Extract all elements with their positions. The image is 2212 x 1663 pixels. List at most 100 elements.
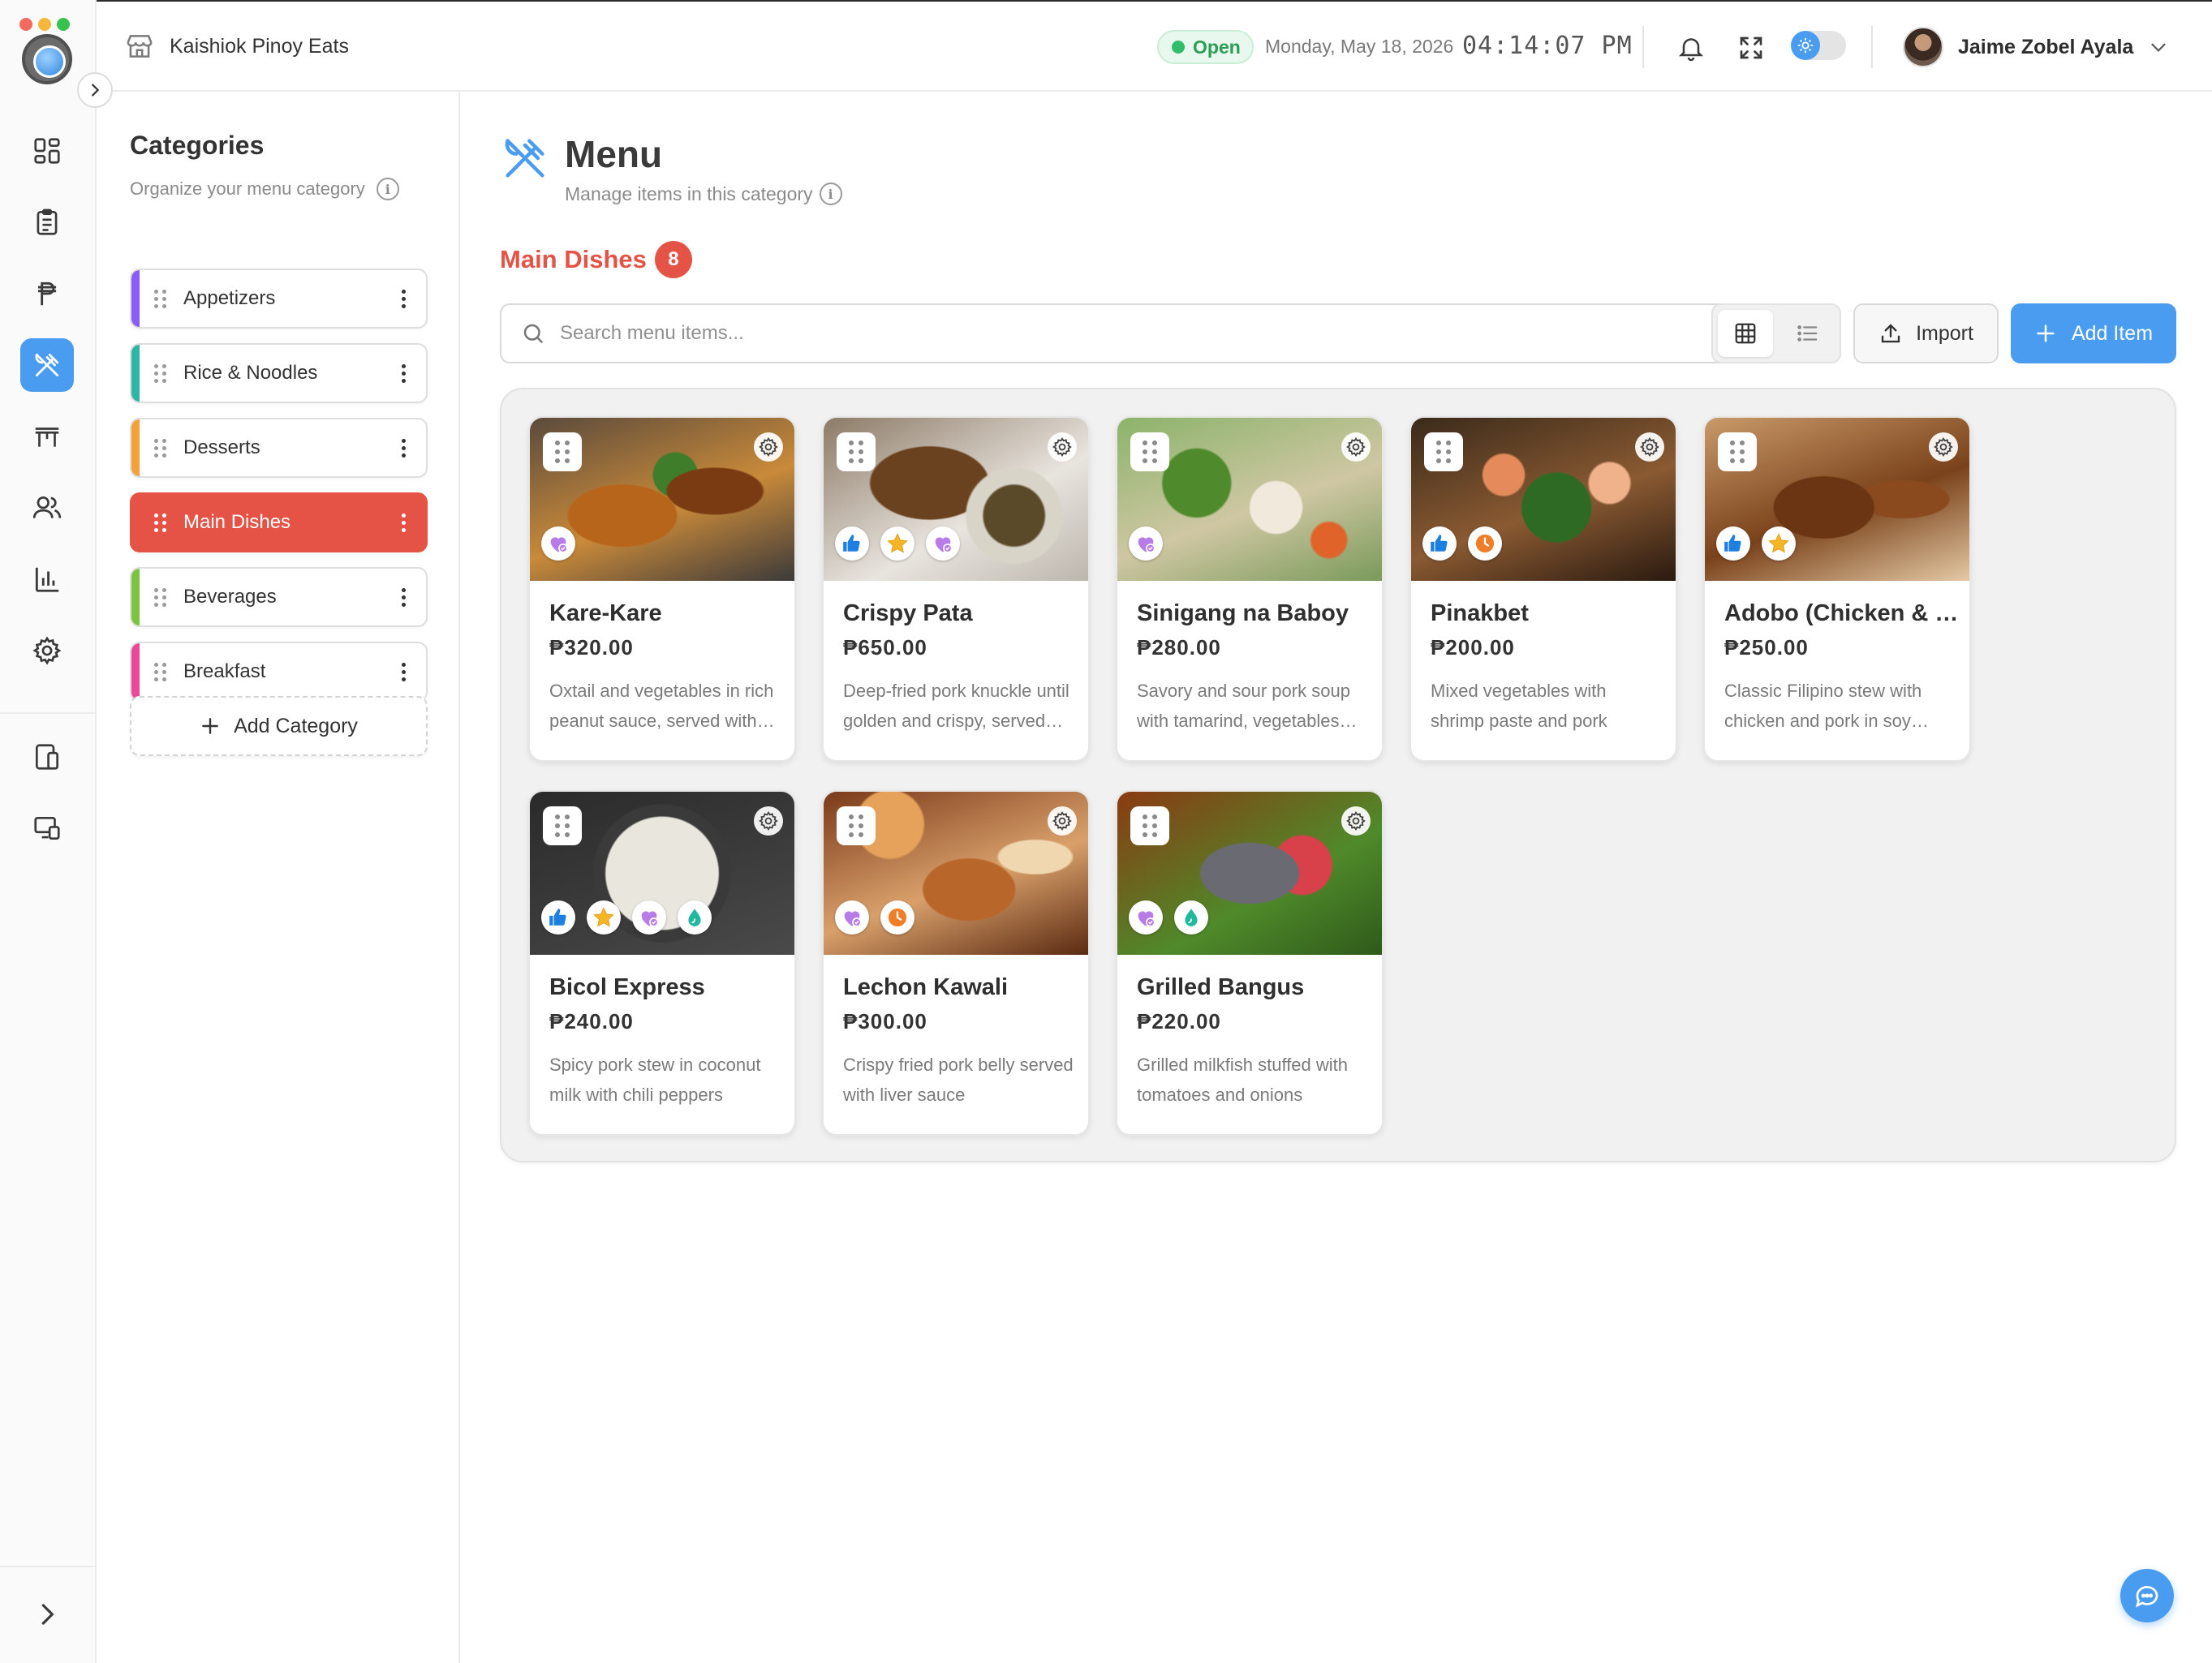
notifications-button[interactable] xyxy=(1674,31,1708,65)
item-count-badge: 8 xyxy=(654,241,692,278)
fullscreen-button[interactable] xyxy=(1734,31,1768,65)
clock-icon xyxy=(880,900,914,935)
more-options-icon[interactable] xyxy=(400,587,407,607)
category-color-bar xyxy=(131,345,140,402)
dashboard-icon xyxy=(34,138,60,164)
drag-handle-icon[interactable] xyxy=(154,439,166,458)
add-category-button[interactable]: Add Category xyxy=(130,696,428,756)
gear-icon[interactable] xyxy=(1048,432,1077,462)
info-icon[interactable]: i xyxy=(819,183,842,205)
gear-icon[interactable] xyxy=(1341,806,1371,836)
item-price: ₱320.00 xyxy=(549,635,634,660)
chat-button[interactable] xyxy=(2120,1569,2174,1622)
nav-settings[interactable] xyxy=(20,624,74,677)
window-controls xyxy=(19,18,70,31)
menu-item-card[interactable]: Grilled Bangus ₱220.00 Grilled milkfish st… xyxy=(1116,790,1384,1136)
info-icon[interactable]: i xyxy=(376,178,399,200)
drag-handle-icon[interactable] xyxy=(1718,432,1757,471)
favorite-icon xyxy=(835,900,869,935)
menu-item-card[interactable]: Bicol Express ₱240.00 Spicy pork stew in c… xyxy=(528,790,796,1136)
user-menu[interactable]: Jaime Zobel Ayala xyxy=(1903,27,2169,67)
icon-rail xyxy=(0,0,97,1663)
search-input[interactable] xyxy=(560,322,1736,345)
tablet-icon xyxy=(35,744,59,770)
category-item[interactable]: Appetizers xyxy=(130,269,428,329)
item-badges xyxy=(1716,526,1796,561)
drag-handle-icon[interactable] xyxy=(1130,806,1169,845)
drag-handle-icon[interactable] xyxy=(1130,432,1169,471)
drag-handle-icon[interactable] xyxy=(837,432,876,471)
nav-display[interactable] xyxy=(20,801,74,855)
category-item[interactable]: Beverages xyxy=(130,567,428,627)
drag-handle-icon[interactable] xyxy=(154,364,166,383)
category-item[interactable]: Breakfast xyxy=(130,642,428,702)
category-color-bar xyxy=(131,643,140,700)
menu-item-card[interactable]: Crispy Pata ₱650.00 Deep-fried pork knuckl… xyxy=(822,416,1090,762)
drag-handle-icon[interactable] xyxy=(543,806,582,845)
drag-handle-icon[interactable] xyxy=(837,806,876,845)
menu-item-card[interactable]: Lechon Kawali ₱300.00 Crispy fried pork be… xyxy=(822,790,1090,1136)
item-badges xyxy=(1422,526,1502,561)
separator xyxy=(1871,26,1873,68)
category-item[interactable]: Rice & Noodles xyxy=(130,343,428,403)
drag-handle-icon[interactable] xyxy=(1424,432,1463,471)
drag-handle-icon[interactable] xyxy=(154,588,166,607)
nav-customers[interactable] xyxy=(20,481,74,535)
category-color-bar xyxy=(131,569,140,625)
menu-item-card[interactable]: Kare-Kare ₱320.00 Oxtail and vegetables in… xyxy=(528,416,796,762)
list-view-button[interactable] xyxy=(1779,310,1835,357)
nav-reports[interactable] xyxy=(20,552,74,606)
item-name: Adobo (Chicken & Pork) xyxy=(1724,600,1960,626)
drag-handle-icon[interactable] xyxy=(154,290,166,308)
chevron-down-icon xyxy=(2151,43,2166,52)
store-switcher[interactable]: Kaishiok Pinoy Eats xyxy=(124,31,349,62)
menu-item-card[interactable]: Adobo (Chicken & Pork) ₱250.00 Classic Fil… xyxy=(1703,416,1971,762)
menu-item-card[interactable]: Sinigang na Baboy ₱280.00 Savory and sour … xyxy=(1116,416,1384,762)
more-options-icon[interactable] xyxy=(400,438,407,458)
drag-handle-icon[interactable] xyxy=(154,663,166,681)
close-window-dot[interactable] xyxy=(19,18,32,31)
bell-icon xyxy=(1678,38,1704,62)
nav-dashboard[interactable] xyxy=(20,124,74,178)
nav-orders[interactable] xyxy=(20,196,74,249)
monitor-icon xyxy=(34,816,60,840)
gear-icon[interactable] xyxy=(1048,806,1077,836)
nav-payments[interactable] xyxy=(20,267,74,320)
maximize-window-dot[interactable] xyxy=(57,18,70,31)
gear-icon[interactable] xyxy=(1635,432,1664,462)
category-label: Appetizers xyxy=(183,287,276,309)
item-name: Lechon Kawali xyxy=(843,974,1009,1000)
search-icon xyxy=(523,324,544,344)
star-icon xyxy=(587,900,621,935)
expand-rail-button[interactable] xyxy=(20,1588,74,1641)
nav-devices[interactable] xyxy=(20,730,74,784)
gear-icon[interactable] xyxy=(754,432,783,462)
minimize-window-dot[interactable] xyxy=(38,18,51,31)
theme-toggle[interactable] xyxy=(1791,31,1846,60)
drag-handle-icon[interactable] xyxy=(154,514,166,532)
gear-icon[interactable] xyxy=(1341,432,1371,462)
nav-menu[interactable] xyxy=(20,338,74,392)
more-options-icon[interactable] xyxy=(400,289,407,308)
more-options-icon[interactable] xyxy=(400,513,407,532)
item-badges xyxy=(1129,526,1163,561)
favorite-icon xyxy=(1129,526,1163,561)
add-item-button[interactable]: Add Item xyxy=(2011,303,2176,363)
menu-item-card[interactable]: Pinakbet ₱200.00 Mixed vegetables with shr… xyxy=(1409,416,1677,762)
collapse-sidebar-button[interactable] xyxy=(77,72,113,108)
import-button[interactable]: Import xyxy=(1853,303,1999,363)
nav-tables[interactable] xyxy=(20,410,74,463)
category-item[interactable]: Main Dishes xyxy=(130,492,428,552)
more-options-icon[interactable] xyxy=(400,363,407,383)
item-badges xyxy=(835,526,960,561)
chevron-right-icon xyxy=(41,1604,54,1625)
gear-icon[interactable] xyxy=(1929,432,1958,462)
gear-icon[interactable] xyxy=(754,806,783,836)
sun-icon xyxy=(1791,31,1820,60)
category-item[interactable]: Desserts xyxy=(130,418,428,478)
drag-handle-icon[interactable] xyxy=(543,432,582,471)
more-options-icon[interactable] xyxy=(400,662,407,681)
grid-view-button[interactable] xyxy=(1718,310,1773,357)
thumbs-up-icon xyxy=(1716,526,1750,561)
category-label: Beverages xyxy=(183,586,277,608)
